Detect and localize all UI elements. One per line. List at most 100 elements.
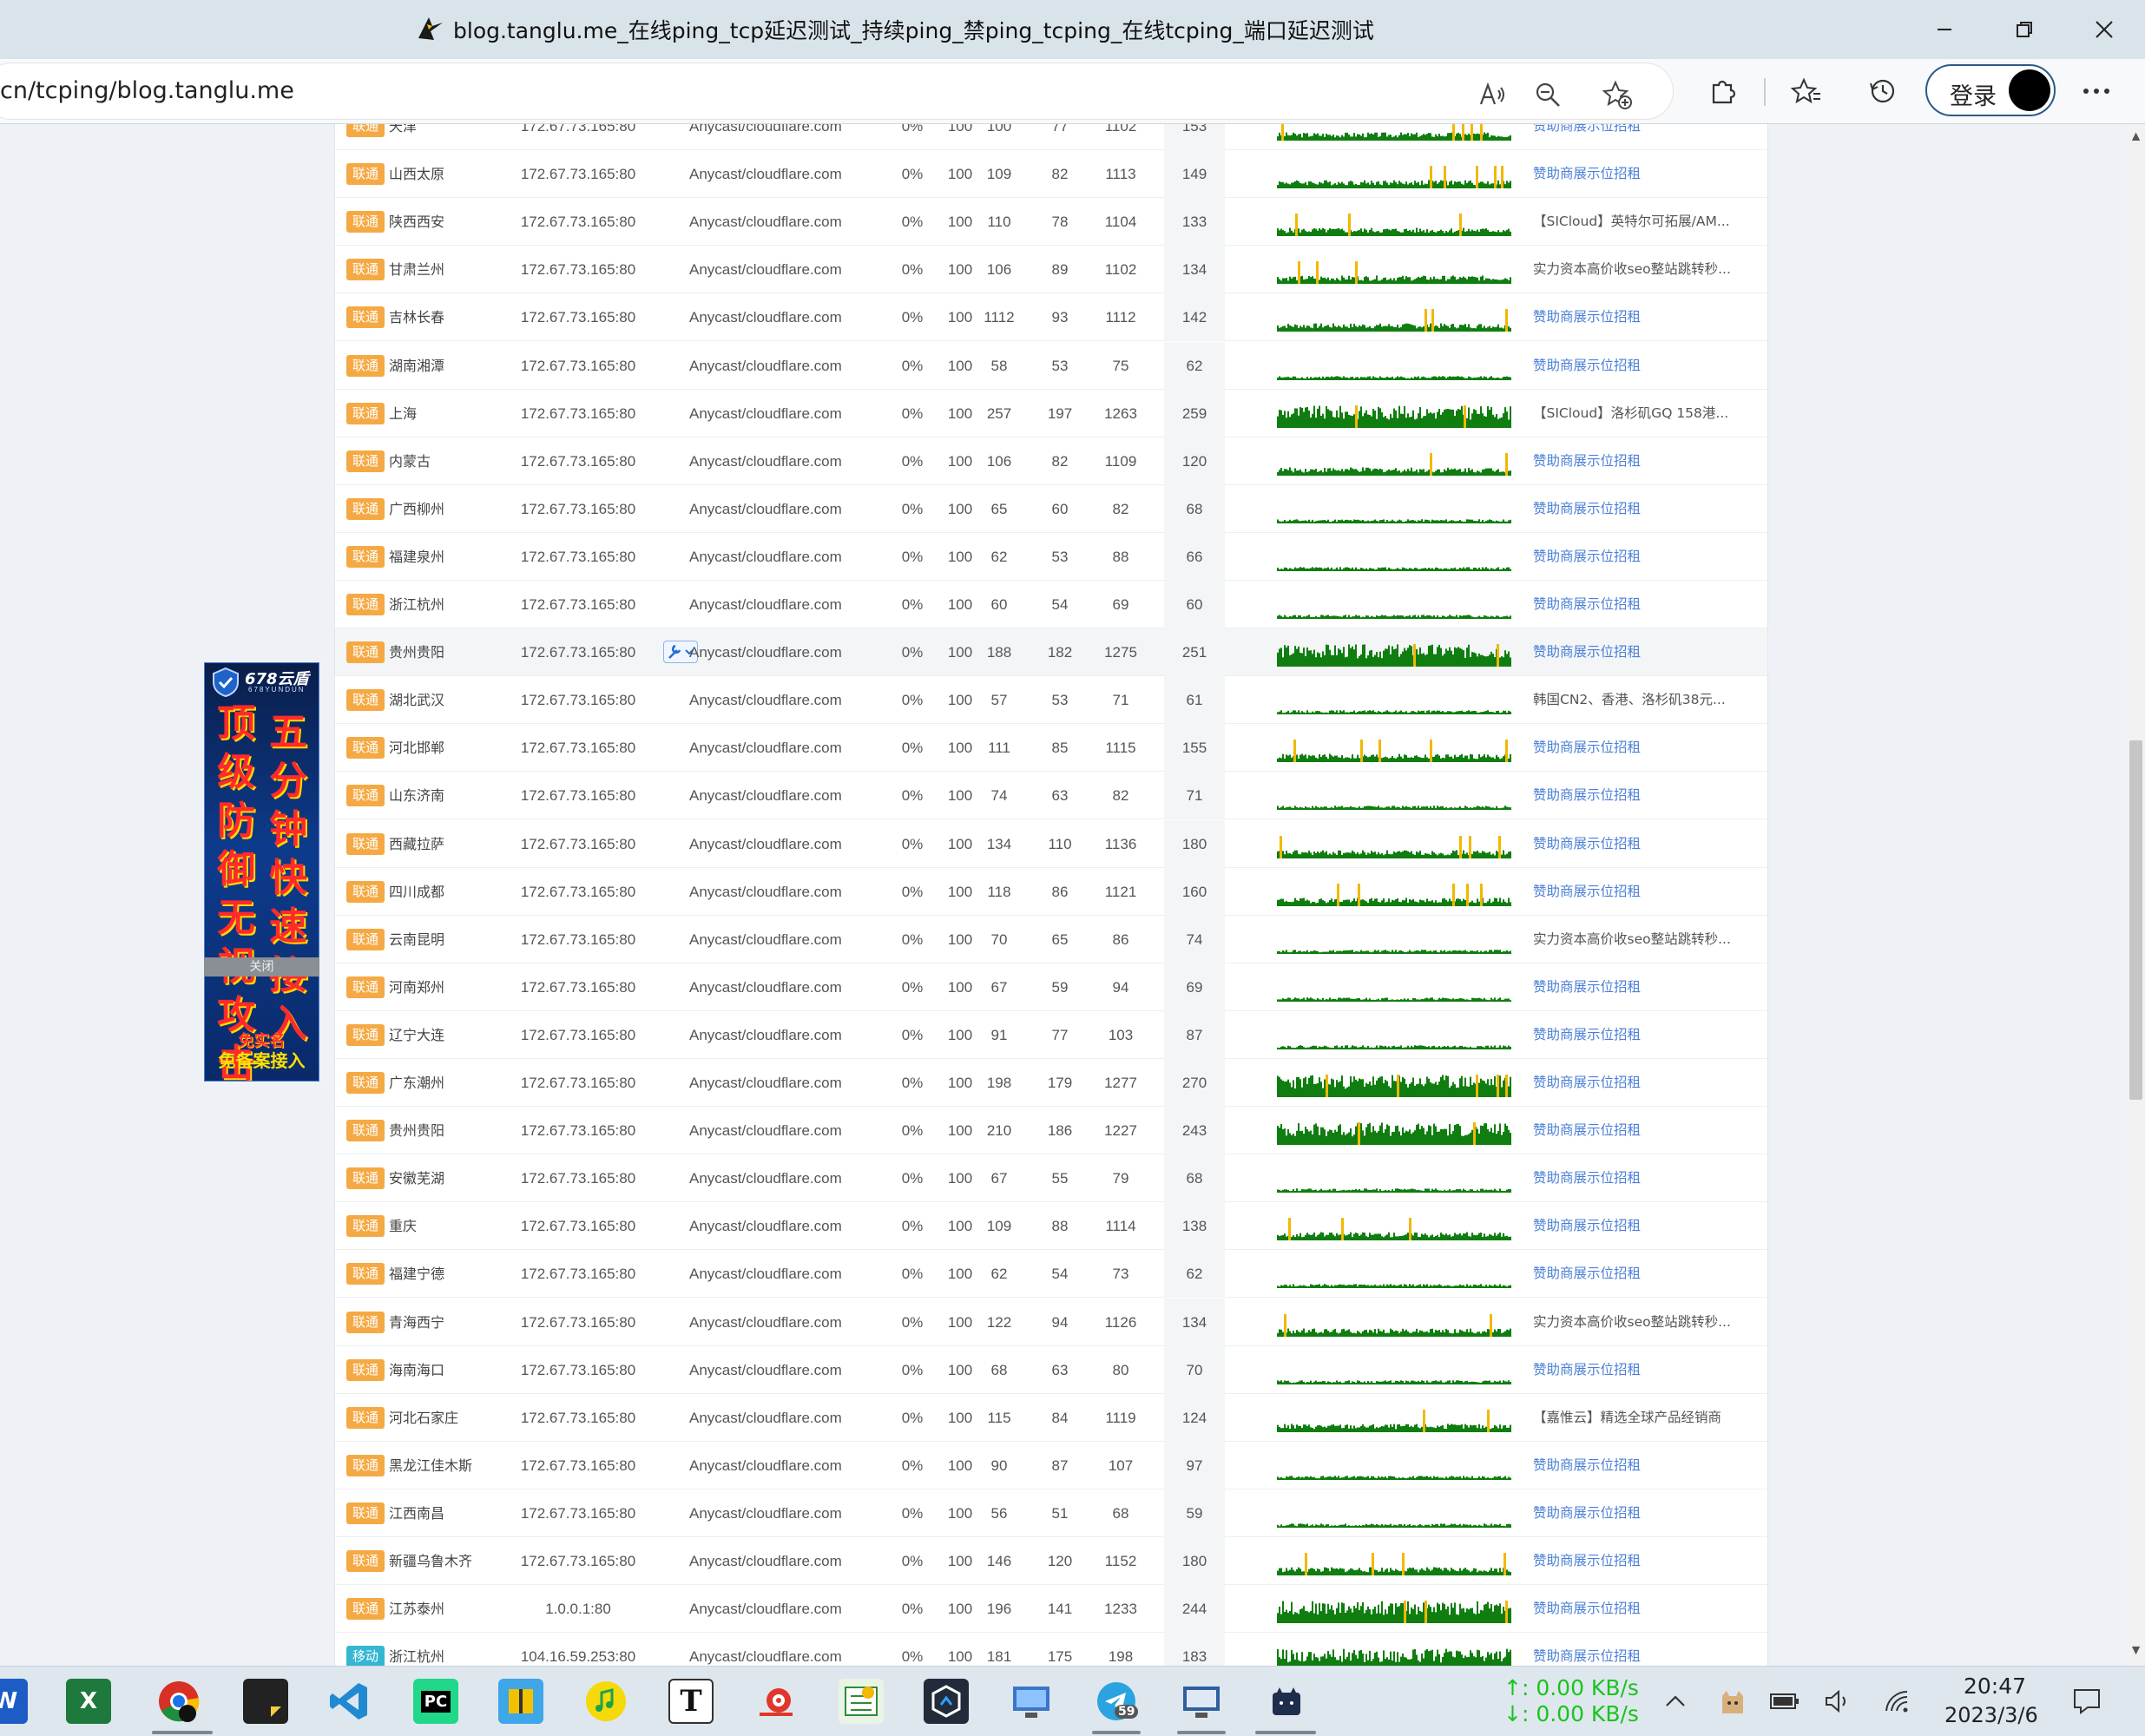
isp-badge: 联通 — [346, 497, 385, 520]
packet-loss: 0% — [901, 740, 924, 757]
sponsor-link[interactable]: 赞助商展示位招租 — [1533, 820, 1750, 868]
latency-bar — [1284, 1612, 1286, 1624]
zoom-out-button[interactable] — [1530, 76, 1566, 113]
latency-bar — [1286, 132, 1287, 141]
latency-bar — [1461, 278, 1463, 285]
more-menu-button[interactable] — [2078, 73, 2115, 109]
latency-bar — [1426, 1380, 1428, 1384]
latency-bar — [1510, 277, 1511, 285]
sponsor-link[interactable]: 赞助商展示位招租 — [1533, 1346, 1750, 1394]
sponsor-link[interactable]: 【嘉惟云】精选全球产品经销商 — [1533, 1394, 1750, 1442]
sponsor-link[interactable]: 赞助商展示位招租 — [1533, 437, 1750, 485]
sponsor-link[interactable]: 赞助商展示位招租 — [1533, 533, 1750, 581]
latency-bar — [1478, 1331, 1480, 1337]
latency-bar — [1279, 375, 1280, 380]
latency-bar — [1411, 325, 1412, 332]
latency-bar — [1412, 184, 1414, 189]
latency-bar — [1400, 472, 1402, 476]
close-window-button[interactable] — [2078, 9, 2130, 50]
latency-bar — [1374, 279, 1376, 285]
sponsor-link[interactable]: 赞助商展示位招租 — [1533, 1442, 1750, 1489]
sponsor-link[interactable]: 赞助商展示位招租 — [1533, 485, 1750, 533]
latency-bar — [1414, 1331, 1416, 1337]
latency-bar — [1300, 999, 1301, 1002]
ip-location: Anycast/cloudflare.com — [689, 261, 842, 279]
sponsor-link[interactable]: 赞助商展示位招租 — [1533, 1489, 1750, 1537]
latency-bar — [1409, 470, 1411, 476]
latency-bar — [1414, 854, 1416, 858]
latency-bar — [1319, 135, 1320, 141]
latency-bar — [1416, 1654, 1418, 1666]
latency-bar — [1447, 569, 1449, 571]
sponsor-link[interactable]: 赞助商展示位招租 — [1533, 1202, 1750, 1250]
sponsor-link[interactable]: 赞助商展示位招租 — [1533, 1537, 1750, 1585]
latency-bar — [1484, 1380, 1485, 1384]
latency-bar — [1390, 326, 1392, 332]
latency-bar — [1433, 999, 1435, 1002]
sponsor-link[interactable]: 赞助商展示位招租 — [1533, 293, 1750, 341]
read-aloud-button[interactable] — [1474, 76, 1510, 113]
login-button[interactable]: 登录 — [1925, 64, 2056, 116]
latency-bar — [1345, 1330, 1346, 1337]
latency-bar — [1386, 757, 1388, 763]
sponsor-link[interactable]: 【SICloud】洛杉矶GQ 158港... — [1533, 390, 1750, 437]
sponsor-link[interactable]: 赞助商展示位招租 — [1533, 772, 1750, 819]
history-button[interactable] — [1865, 73, 1901, 109]
latency-bar — [1478, 134, 1480, 141]
latency-bar — [1315, 950, 1317, 954]
sponsor-link[interactable]: 【SICloud】英特尔可拓展/AM... — [1533, 198, 1750, 246]
sponsor-link[interactable]: 赞助商展示位招租 — [1533, 628, 1750, 676]
sponsor-link[interactable]: 赞助商展示位招租 — [1533, 1107, 1750, 1154]
add-favorite-button[interactable] — [1599, 76, 1635, 113]
latency-bar — [1442, 276, 1444, 285]
latency-bar — [1421, 899, 1423, 906]
latency-bar — [1365, 1609, 1367, 1624]
latency-bar — [1484, 656, 1485, 667]
sponsor-link[interactable]: 赞助商展示位招租 — [1533, 1585, 1750, 1633]
latency-bar — [1409, 277, 1411, 285]
latency-bar — [1369, 1047, 1371, 1049]
sponsor-link[interactable]: 实力资本高价收seo整站跳转秒... — [1533, 916, 1750, 963]
latency-bar — [1300, 1523, 1301, 1528]
address-bar[interactable]: cn/tcping/blog.tanglu.me — [0, 62, 1674, 120]
latency-bar — [1423, 1476, 1425, 1480]
latency-bar — [1423, 1086, 1425, 1097]
target-ip: 172.67.73.165:80 — [520, 1361, 636, 1378]
sponsor-link[interactable]: 赞助商展示位招租 — [1533, 581, 1750, 628]
sponsor-link[interactable]: 赞助商展示位招租 — [1533, 868, 1750, 916]
table-row: 联通 内蒙古 172.67.73.165:80 Anycast/cloudflare.… — [335, 437, 1767, 485]
url-text[interactable]: cn/tcping/blog.tanglu.me — [0, 77, 294, 104]
sponsor-link[interactable]: 赞助商展示位招租 — [1533, 124, 1750, 150]
latency-bar — [1437, 754, 1438, 763]
latency-bar — [1301, 183, 1303, 189]
minimize-button[interactable] — [1918, 9, 1971, 50]
sponsor-link[interactable]: 赞助商展示位招租 — [1533, 1154, 1750, 1202]
latency-bar — [1376, 181, 1378, 189]
sponsor-link[interactable]: 韩国CN2、香港、洛杉矶38元... — [1533, 676, 1750, 724]
sponsor-link[interactable]: 赞助商展示位招租 — [1533, 1011, 1750, 1059]
latency-bar — [1348, 470, 1350, 476]
latency-spike — [1469, 835, 1471, 858]
latency-bar — [1459, 277, 1461, 285]
sponsor-link[interactable]: 赞助商展示位招租 — [1533, 342, 1750, 390]
latency-bar — [1383, 757, 1385, 763]
sponsor-link[interactable]: 赞助商展示位招租 — [1533, 1250, 1750, 1298]
latency-bar — [1431, 519, 1433, 523]
latency-bar — [1437, 183, 1438, 189]
last-latency: 66 — [1164, 532, 1225, 581]
sponsor-link[interactable]: 实力资本高价收seo整站跳转秒... — [1533, 246, 1750, 293]
sponsor-link[interactable]: 赞助商展示位招租 — [1533, 963, 1750, 1011]
restore-button[interactable] — [1998, 9, 2050, 50]
sponsor-link[interactable]: 赞助商展示位招租 — [1533, 724, 1750, 772]
latency-bar — [1506, 411, 1508, 428]
sponsor-link[interactable]: 实力资本高价收seo整站跳转秒... — [1533, 1299, 1750, 1346]
latency-bar — [1510, 405, 1511, 428]
latency-bar — [1430, 900, 1431, 906]
favorites-button[interactable] — [1788, 73, 1825, 109]
extensions-button[interactable] — [1705, 73, 1741, 109]
packet-loss: 0% — [901, 500, 924, 517]
sponsor-link[interactable]: 赞助商展示位招租 — [1533, 1059, 1750, 1107]
latency-bar — [1280, 1079, 1282, 1097]
latency-bar — [1480, 1046, 1482, 1049]
sponsor-link[interactable]: 赞助商展示位招租 — [1533, 150, 1750, 198]
